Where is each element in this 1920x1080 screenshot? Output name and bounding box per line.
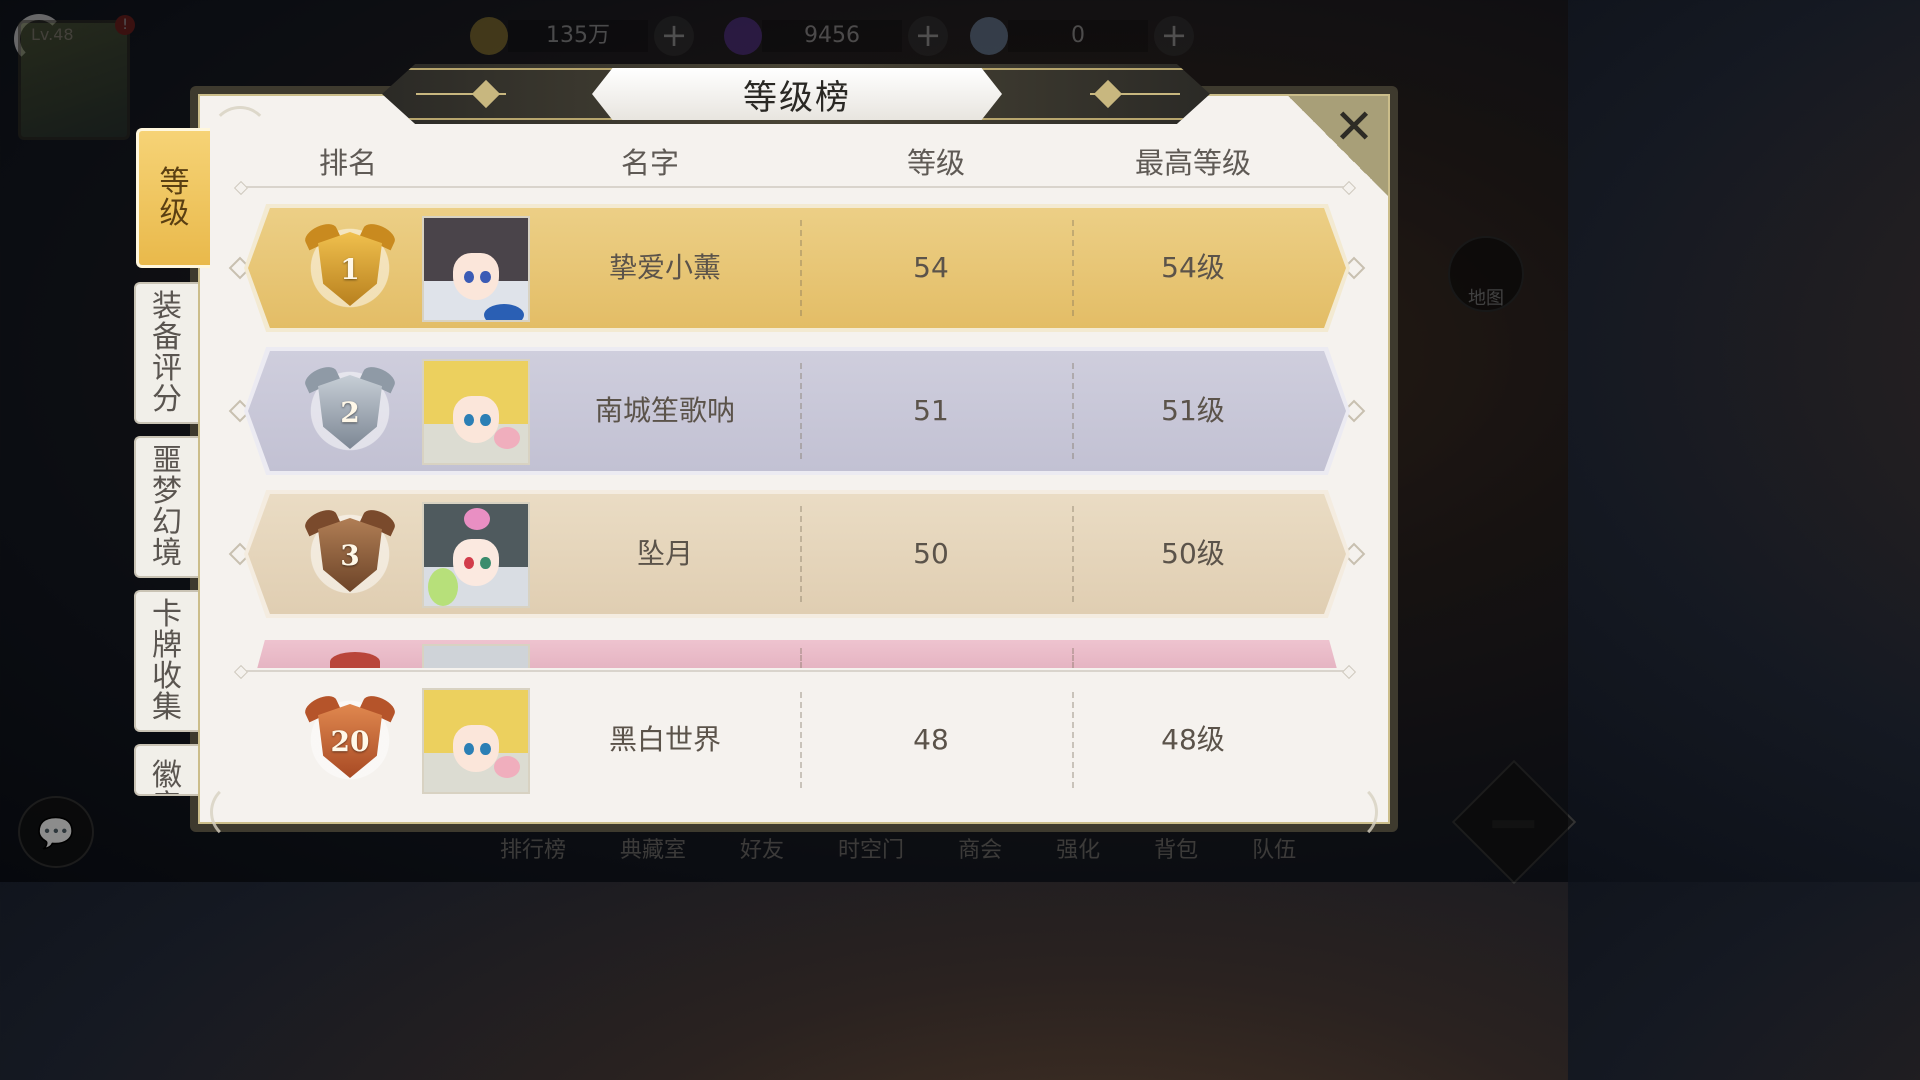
portrait-slime bbox=[464, 508, 490, 530]
player-level: 51 bbox=[913, 394, 949, 427]
player-max-level: 48级 bbox=[1161, 723, 1225, 756]
tab-equipment-score-label: 装 备 评 分 bbox=[152, 289, 182, 417]
portrait-eye bbox=[463, 557, 474, 570]
column-divider bbox=[1072, 648, 1074, 668]
portrait-hair-green bbox=[428, 568, 458, 606]
portrait-eye bbox=[480, 414, 491, 427]
self-row-divider bbox=[240, 670, 1350, 672]
player-max-level: 50级 bbox=[1161, 537, 1225, 570]
portrait-face bbox=[453, 395, 499, 443]
rank-number: 1 bbox=[318, 232, 382, 306]
rank-number: 20 bbox=[318, 704, 382, 778]
player-name: 坠月 bbox=[636, 537, 693, 570]
table-row[interactable]: 2 南城笙歌呐 51 51级 bbox=[228, 347, 1366, 475]
player-portrait bbox=[422, 216, 530, 322]
rank-number: 2 bbox=[318, 375, 382, 449]
row-fill bbox=[254, 640, 1340, 668]
player-max-level: 54级 bbox=[1161, 251, 1225, 284]
rank-2-badge: 2 bbox=[300, 361, 400, 461]
portrait-eye bbox=[463, 414, 474, 427]
rank-number: 3 bbox=[318, 518, 382, 592]
table-row[interactable]: 3 坠月 50 50级 bbox=[228, 490, 1366, 618]
tab-level[interactable]: 等 级 bbox=[136, 128, 210, 268]
header-name: 名字 bbox=[620, 146, 679, 180]
portrait-pet bbox=[494, 756, 520, 778]
header-max-level: 最高等级 bbox=[1134, 146, 1251, 180]
close-button[interactable]: ✕ bbox=[1326, 102, 1382, 152]
tab-card-collection-label: 卡 牌 收 集 bbox=[152, 597, 182, 725]
self-rank-row[interactable]: 20 黑白世界 48 48级 bbox=[230, 676, 1364, 804]
rank-3-badge: 3 bbox=[300, 504, 400, 604]
player-max-level: 51级 bbox=[1161, 394, 1225, 427]
player-portrait bbox=[422, 688, 530, 794]
rank-20-badge: 20 bbox=[300, 690, 400, 790]
tab-level-label: 等 级 bbox=[159, 165, 190, 231]
tab-equipment-score[interactable]: 装 备 评 分 bbox=[134, 282, 198, 424]
header-divider bbox=[240, 186, 1350, 188]
player-level: 50 bbox=[913, 537, 949, 570]
player-portrait bbox=[422, 502, 530, 608]
portrait-face bbox=[453, 252, 499, 300]
tab-badge-label: 徽 章 bbox=[152, 758, 182, 794]
table-row[interactable]: 1 挚爱小薰 54 54级 bbox=[228, 204, 1366, 332]
table-row-partial[interactable] bbox=[244, 634, 1350, 668]
rank-badge-partial bbox=[330, 652, 380, 668]
header-rank: 排名 bbox=[318, 146, 377, 180]
column-divider bbox=[800, 648, 802, 668]
panel-title: 等级榜 bbox=[743, 77, 851, 118]
portrait-face bbox=[453, 724, 499, 772]
portrait-eye bbox=[480, 271, 491, 284]
header-level: 等级 bbox=[906, 146, 965, 180]
player-portrait bbox=[422, 359, 530, 465]
portrait-eye bbox=[463, 743, 474, 756]
tab-card-collection[interactable]: 卡 牌 收 集 bbox=[134, 590, 198, 732]
rank-1-badge: 1 bbox=[300, 218, 400, 318]
portrait-pet bbox=[494, 427, 520, 449]
portrait-face bbox=[453, 538, 499, 586]
portrait-eye bbox=[480, 743, 491, 756]
tab-nightmare-realm-label: 噩 梦 幻 境 bbox=[152, 443, 182, 571]
player-name: 挚爱小薰 bbox=[608, 251, 721, 284]
title-plate: 等级榜 bbox=[592, 68, 1002, 120]
tab-nightmare-realm[interactable]: 噩 梦 幻 境 bbox=[134, 436, 198, 578]
player-portrait-partial bbox=[422, 644, 530, 668]
player-name: 南城笙歌呐 bbox=[594, 394, 735, 427]
portrait-eye bbox=[480, 557, 491, 570]
portrait-eye bbox=[463, 271, 474, 284]
corner-ornament bbox=[210, 106, 270, 166]
tab-badge[interactable]: 徽 章 bbox=[134, 744, 198, 796]
portrait-scarf bbox=[484, 304, 524, 320]
player-level: 54 bbox=[913, 251, 949, 284]
player-level: 48 bbox=[913, 723, 949, 756]
player-name: 黑白世界 bbox=[608, 723, 721, 756]
